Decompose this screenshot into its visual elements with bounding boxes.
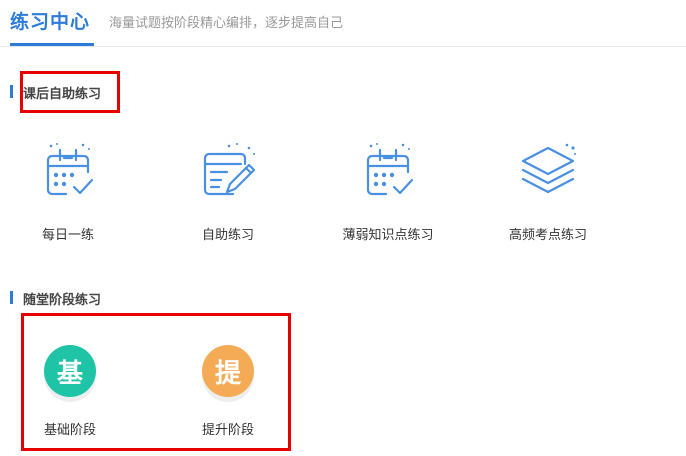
badge-basic-icon: 基 [44,345,96,397]
tile-advanced-stage[interactable]: 提 提升阶段 [186,345,270,440]
badge-advanced-text: 提 [214,358,241,389]
page-subtitle: 海量试题按阶段精心编排，逐步提高自己 [109,16,344,31]
tile-label: 基础阶段 [43,423,96,438]
tile-basic-stage[interactable]: 基 基础阶段 [28,345,112,440]
tile-weak-points-practice[interactable]: 薄弱知识点练习 [333,138,443,248]
calendar-check-icon [358,140,418,200]
tile-label: 自助练习 [201,228,254,243]
section-title-stage: 随堂阶段练习 [23,293,102,308]
active-tab-indicator [10,43,94,46]
tile-label: 高频考点练习 [508,228,587,243]
tile-label: 薄弱知识点练习 [342,228,434,243]
header-bar: 练习中心 海量试题按阶段精心编排，逐步提高自己 [0,0,686,47]
badge-advanced-icon: 提 [202,345,254,397]
calendar-check-icon [38,140,98,200]
highlight-box-after-class-title [20,71,120,113]
section-stage-header: 随堂阶段练习 [10,289,210,308]
tile-daily-practice[interactable]: 每日一练 [18,138,118,248]
edit-document-icon [197,140,259,200]
section-marker [10,291,13,304]
badge-basic-text: 基 [56,358,83,389]
section-marker [10,85,13,98]
tile-high-frequency-practice[interactable]: 高频考点练习 [496,138,600,248]
page-title: 练习中心 [10,11,91,33]
tile-self-practice[interactable]: 自助练习 [178,138,278,248]
layers-icon [517,140,579,200]
tile-label: 提升阶段 [201,423,254,438]
tile-label: 每日一练 [41,228,94,243]
